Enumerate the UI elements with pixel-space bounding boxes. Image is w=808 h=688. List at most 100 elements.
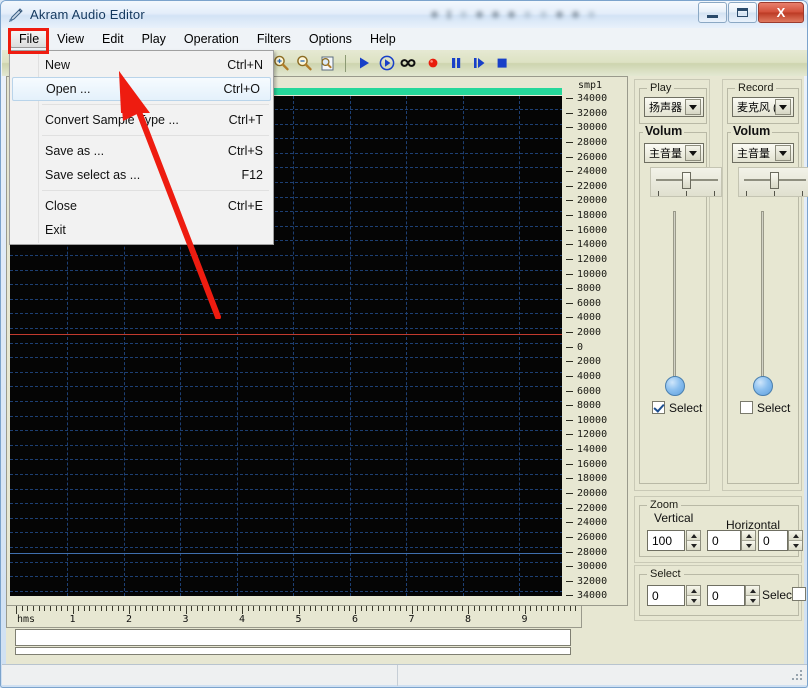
tick-mark [566, 537, 573, 538]
time-tick [219, 606, 220, 611]
time-tick [558, 606, 559, 611]
time-tick [412, 606, 413, 614]
horizontal-scrollbar[interactable] [15, 629, 571, 646]
tick-mark [566, 171, 573, 172]
select-checkbox-label: Select [762, 588, 795, 602]
menu-item-help[interactable]: Help [361, 30, 405, 48]
select-stepper-1[interactable] [686, 585, 701, 606]
record-volume-slider-thumb[interactable] [753, 376, 773, 396]
zoom-horizontal-input-1[interactable]: 0 [707, 530, 741, 551]
play-balance-slider[interactable] [650, 167, 722, 197]
play-volume-group: Volum 主音量 Select [639, 132, 707, 484]
menu-item-filters[interactable]: Filters [248, 30, 300, 48]
maximize-button[interactable] [728, 2, 757, 23]
record-volume-slider-track[interactable] [761, 211, 764, 381]
grid-line-vertical [519, 96, 520, 596]
time-tick [197, 606, 198, 611]
chevron-down-icon[interactable] [685, 99, 701, 115]
tick-mark [566, 215, 573, 216]
amplitude-tick: 12000 [566, 429, 624, 440]
tick-mark [566, 274, 573, 275]
tick-label: 18000 [577, 210, 607, 221]
menu-item-view[interactable]: View [48, 30, 93, 48]
record-device-group: Record 麦克风 (R [727, 88, 799, 124]
slider-thumb[interactable] [682, 172, 691, 189]
play-volume-slider-thumb[interactable] [665, 376, 685, 396]
time-tick [451, 606, 452, 611]
time-tick [112, 606, 113, 611]
select-group: Select 0 0 Select [639, 574, 799, 616]
zoom-horizontal-stepper-2[interactable] [788, 530, 803, 551]
zoom-vertical-input[interactable]: 100 [647, 530, 685, 551]
stepper-up[interactable] [789, 531, 802, 541]
record-icon[interactable] [423, 53, 443, 73]
play-volume-slider-track[interactable] [673, 211, 676, 381]
tick-label: 16000 [577, 225, 607, 236]
zoom-horizontal-input-2[interactable]: 0 [758, 530, 788, 551]
menu-item-options[interactable]: Options [300, 30, 361, 48]
menu-item-play[interactable]: Play [133, 30, 175, 48]
step-icon[interactable] [469, 53, 489, 73]
stepper-down[interactable] [789, 541, 802, 550]
grid-line-horizontal [10, 591, 573, 592]
app-icon [7, 6, 25, 24]
time-tick [259, 606, 260, 611]
menu-item-operation[interactable]: Operation [175, 30, 248, 48]
time-tick [152, 606, 153, 611]
record-volume-source-select[interactable]: 主音量 [732, 143, 794, 163]
stepper-down[interactable] [742, 541, 755, 550]
select-panel: Select 0 0 Select [634, 565, 802, 621]
chevron-down-icon[interactable] [775, 145, 791, 161]
play-circle-icon[interactable] [377, 53, 397, 73]
zoom-horizontal-stepper-1[interactable] [741, 530, 756, 551]
play-select-checkbox[interactable] [652, 401, 665, 414]
time-tick [468, 606, 469, 614]
tick-mark [566, 581, 573, 582]
loop-infinity-icon[interactable] [400, 53, 420, 73]
chevron-down-icon[interactable] [685, 145, 701, 161]
record-device-select[interactable]: 麦克风 (R [732, 97, 794, 117]
play-volume-source-select[interactable]: 主音量 [644, 143, 704, 163]
record-volume-source-value: 主音量 [737, 145, 770, 161]
slider-thumb[interactable] [770, 172, 779, 189]
play-device-select[interactable]: 扬声器 (R [644, 97, 704, 117]
menu-item-edit[interactable]: Edit [93, 30, 133, 48]
minimize-button[interactable] [698, 2, 727, 23]
tick-mark [566, 478, 573, 479]
chevron-down-icon[interactable] [775, 99, 791, 115]
record-balance-slider[interactable] [738, 167, 808, 197]
resize-grip[interactable] [792, 670, 804, 682]
tick-label: 22000 [577, 503, 607, 514]
select-enable-checkbox[interactable] [792, 587, 806, 601]
amplitude-tick: 32000 [566, 576, 624, 587]
play-icon[interactable] [354, 53, 374, 73]
tick-mark [566, 508, 573, 509]
time-tick [33, 606, 34, 611]
pause-icon[interactable] [446, 53, 466, 73]
stepper-down[interactable] [746, 596, 759, 605]
stepper-up[interactable] [687, 586, 700, 596]
record-select-checkbox[interactable] [740, 401, 753, 414]
grid-line-horizontal [10, 518, 573, 519]
select-stepper-2[interactable] [745, 585, 760, 606]
time-tick [101, 606, 102, 611]
stepper-up[interactable] [746, 586, 759, 596]
time-tick [525, 606, 526, 614]
stepper-up[interactable] [687, 531, 700, 541]
tick-mark [566, 259, 573, 260]
close-button[interactable]: X [758, 2, 804, 23]
select-input-1[interactable]: 0 [647, 585, 685, 606]
stepper-up[interactable] [742, 531, 755, 541]
stepper-down[interactable] [687, 596, 700, 605]
amplitude-tick: 2000 [566, 327, 624, 338]
time-tick [519, 606, 520, 611]
stepper-down[interactable] [687, 541, 700, 550]
select-input-2[interactable]: 0 [707, 585, 745, 606]
time-tick [135, 606, 136, 611]
tick-label: 6000 [577, 386, 601, 397]
stop-icon[interactable] [492, 53, 512, 73]
zoom-vertical-stepper[interactable] [686, 530, 701, 551]
horizontal-scrollbar-secondary[interactable] [15, 647, 571, 655]
amplitude-tick: 16000 [566, 459, 624, 470]
tick-label: 2000 [577, 356, 601, 367]
